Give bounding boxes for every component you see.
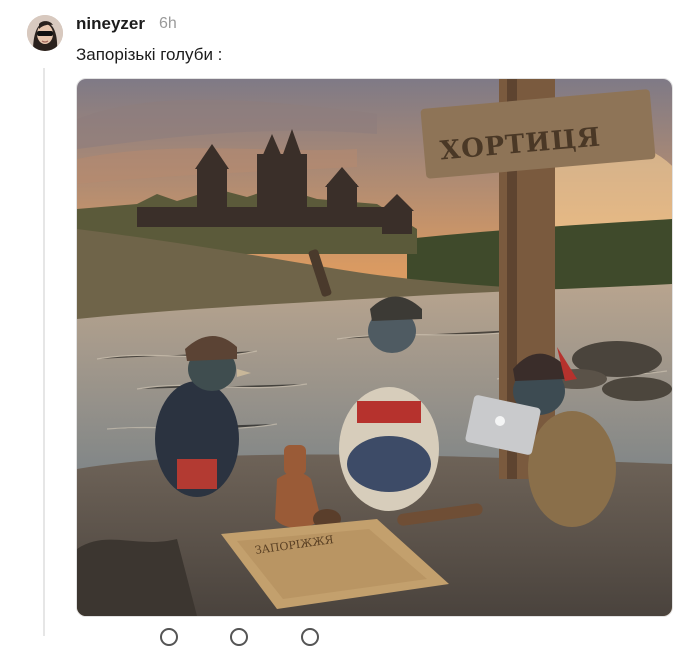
avatar-image	[27, 15, 63, 51]
thread-line	[43, 68, 45, 636]
username[interactable]: nineyzer	[76, 14, 145, 34]
like-icon[interactable]	[160, 628, 178, 646]
action-row	[160, 628, 367, 646]
reply-icon[interactable]	[230, 628, 249, 646]
post-text: Запорізькі голуби :	[76, 45, 223, 64]
post-image[interactable]: ХОРТИЦЯ ЗАПОРІЖЖЯ	[76, 78, 673, 617]
repost-icon[interactable]	[300, 628, 319, 646]
timestamp[interactable]: 6h	[159, 15, 177, 33]
avatar[interactable]	[27, 15, 63, 51]
